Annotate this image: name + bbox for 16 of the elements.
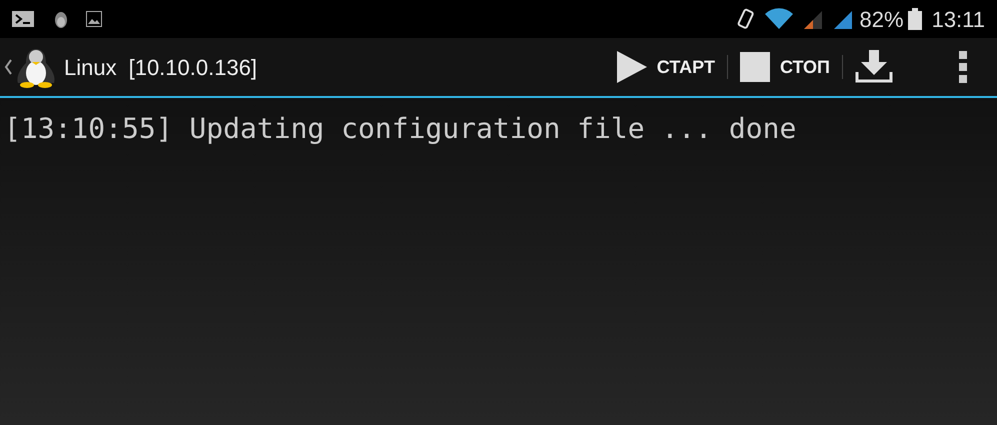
overflow-menu-icon bbox=[959, 51, 967, 83]
battery-percent: 82% bbox=[860, 6, 904, 34]
log-line: [13:10:55] Updating configuration file ... done bbox=[4, 111, 798, 147]
clock: 13:11 bbox=[932, 6, 985, 34]
app-title: Linux bbox=[64, 54, 117, 82]
chevron-icon bbox=[4, 59, 12, 75]
play-icon bbox=[616, 51, 647, 83]
stop-button[interactable]: СТОП bbox=[728, 37, 842, 97]
battery-icon bbox=[908, 8, 922, 30]
stop-icon bbox=[740, 52, 770, 82]
wifi-icon bbox=[764, 8, 794, 30]
host-address: [10.10.0.136] bbox=[128, 54, 258, 82]
download-icon bbox=[855, 50, 893, 84]
image-icon bbox=[86, 11, 102, 27]
start-button[interactable]: СТАРТ bbox=[604, 37, 727, 97]
terminal-icon bbox=[12, 11, 34, 27]
